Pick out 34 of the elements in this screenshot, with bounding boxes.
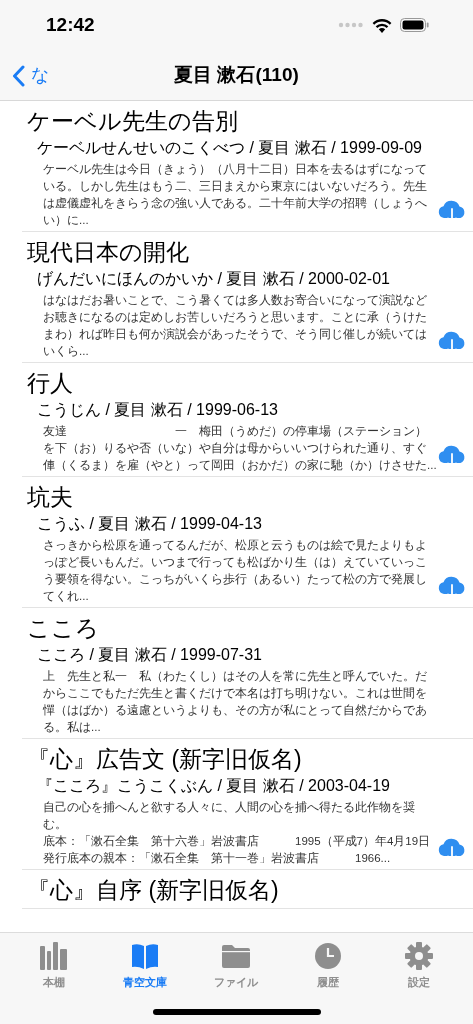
work-title[interactable]: こころ xyxy=(27,608,99,644)
work-title[interactable]: 坑夫 xyxy=(27,477,73,513)
work-title[interactable]: 『心』自序 (新字旧仮名) xyxy=(27,870,279,906)
work-subtitle: 『こころ』こうこくぶん / 夏目 漱石 / 2003-04-19 xyxy=(37,776,390,796)
work-title[interactable]: 行人 xyxy=(27,363,73,399)
folder-icon xyxy=(222,944,251,968)
work-title[interactable]: 『心』広告文 (新字旧仮名) xyxy=(27,739,302,775)
signal-icon xyxy=(338,21,364,29)
work-summary: 友達 一 梅田（うめだ）の停車場（ステーション）を下（お）りるや否（いな）や自分は母からいいつけられた通り、すぐ俥（くるま）を雇（やと）って岡田（おかだ）の家に馳（か）けさせた... xyxy=(43,424,437,473)
wifi-icon xyxy=(372,17,392,33)
work-subtitle: こうふ / 夏目 漱石 / 1999-04-13 xyxy=(37,514,262,534)
clock-icon xyxy=(314,943,341,969)
nav-title: 夏目 漱石(110) xyxy=(174,62,299,87)
battery-icon xyxy=(400,18,429,32)
work-summary: 上 先生と私一 私（わたくし）はその人を常に先生と呼んでいた。だからここでもただ先生と書くだけで本名は打ち明けない。これは世間を憚（はばか）る遠慮というよりも、その方が私にとって自然だからである。私は... xyxy=(43,669,428,735)
tab-button[interactable]: 青空文庫 xyxy=(110,941,181,991)
work-title[interactable]: 現代日本の開化 xyxy=(27,232,189,268)
work-subtitle: こころ / 夏目 漱石 / 1999-07-31 xyxy=(37,645,262,665)
work-summary: 発行底本の親本：「漱石全集 第十一巻」岩波書店 1966... xyxy=(43,851,392,866)
work-summary: 底本：「漱石全集 第十六巻」岩波書店 1995（平成7）年4月19日 xyxy=(43,834,432,849)
work-subtitle: ケーベルせんせいのこくべつ / 夏目 漱石 / 1999-09-09 xyxy=(37,138,422,158)
work-title[interactable]: ケーベル先生の告別 xyxy=(27,101,238,137)
status-time: 12:42 xyxy=(46,12,95,37)
bookshelf-icon xyxy=(38,942,69,970)
work-summary: ケーベル先生は今日（きょう）（八月十二日）日本を去るはずになっている。しかし先生はもう二、三日まえから東京にはいないだろう。先生は虚儀虚礼をきらう念の強い人である。二十年前大学の招聘（しょうへい）に... xyxy=(43,162,428,228)
settings-icon xyxy=(405,942,434,970)
work-subtitle: こうじん / 夏目 漱石 / 1999-06-13 xyxy=(37,400,278,420)
work-summary: さっきから松原を通ってるんだが、松原と云うものは絵で見たよりもよっぽど長いもんだ。いつまで行っても松ばかり生（は）えていていっこう要領を得ない。こっちがいくら歩行（あるい）たって松の方で発展してくれ... xyxy=(43,538,428,604)
back-button[interactable]: な xyxy=(12,62,49,89)
work-summary: はなはだお暑いことで、こう暑くては多人数お寄合いになって演説などお聴きになるのは定めしお苦しいだろうと思います。ことに承（うけたまわ）れば昨日も何か演説会があったそうで、そう同じ催しが続いてはいくら... xyxy=(43,293,428,359)
work-summary: 自己の心を捕へんと欲する人々に、人間の心を捕へ得たる此作物を奨む。 xyxy=(43,800,416,832)
back-chevron-icon xyxy=(12,64,25,87)
work-subtitle: げんだいにほんのかいか / 夏目 漱石 / 2000-02-01 xyxy=(37,269,390,289)
open-book-icon xyxy=(131,943,160,969)
